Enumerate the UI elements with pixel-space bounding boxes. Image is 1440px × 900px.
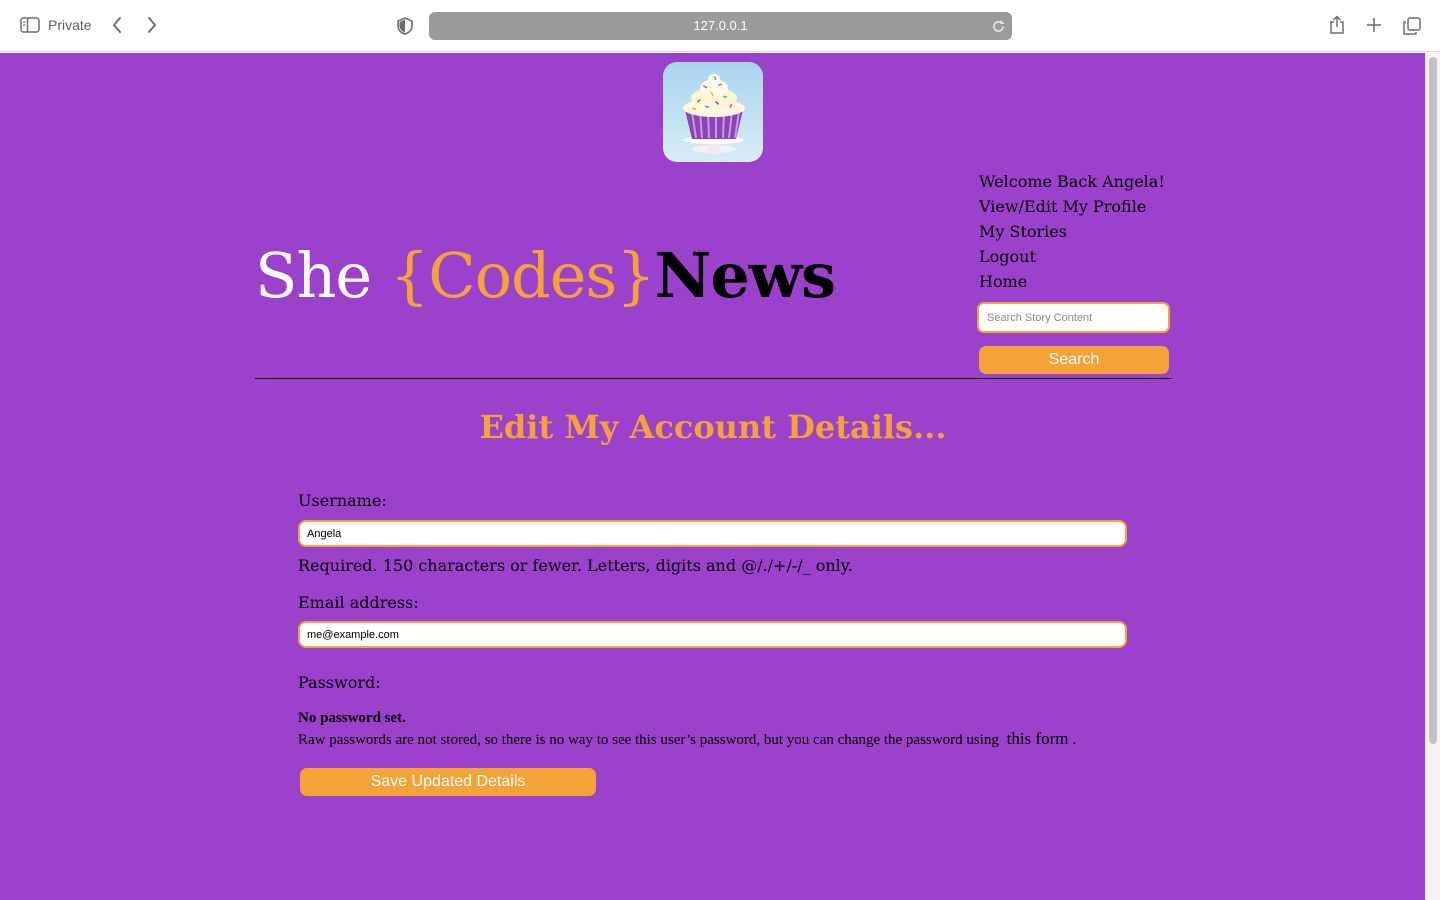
email-field[interactable] bbox=[298, 621, 1127, 648]
site-title-codes: {Codes} bbox=[389, 239, 656, 312]
back-icon[interactable] bbox=[106, 14, 128, 36]
password-label: Password: bbox=[298, 673, 381, 692]
page-scrollbar[interactable] bbox=[1425, 53, 1440, 900]
site-title-she: She bbox=[255, 239, 390, 312]
page-content: She {Codes}News Welcome Back Angela! Vie… bbox=[0, 53, 1425, 900]
username-label: Username: bbox=[298, 491, 387, 510]
sidebar-icon[interactable] bbox=[20, 16, 40, 34]
nav-my-stories-link[interactable]: My Stories bbox=[979, 219, 1165, 244]
share-icon[interactable] bbox=[1327, 14, 1347, 36]
save-details-button[interactable]: Save Updated Details bbox=[300, 768, 596, 796]
site-title-news: News bbox=[654, 239, 836, 312]
nav-profile-link[interactable]: View/Edit My Profile bbox=[979, 194, 1165, 219]
browser-toolbar: Private 127.0.0.1 bbox=[0, 0, 1440, 52]
url-text: 127.0.0.1 bbox=[693, 18, 748, 33]
password-help-body: Raw passwords are not stored, so there i… bbox=[298, 732, 999, 748]
private-mode-label: Private bbox=[48, 17, 92, 33]
password-status: No password set. bbox=[298, 710, 406, 726]
nav-logout-link[interactable]: Logout bbox=[979, 244, 1165, 269]
tabs-overview-icon[interactable] bbox=[1401, 15, 1423, 37]
username-field[interactable] bbox=[298, 520, 1127, 547]
address-bar[interactable]: 127.0.0.1 bbox=[429, 12, 1012, 40]
forward-icon[interactable] bbox=[141, 14, 163, 36]
search-input[interactable] bbox=[977, 302, 1170, 333]
shield-icon[interactable] bbox=[395, 15, 415, 37]
change-password-link[interactable]: this form bbox=[1003, 729, 1073, 748]
header-divider bbox=[255, 378, 1171, 379]
nav-home-link[interactable]: Home bbox=[979, 269, 1165, 294]
username-help-text: Required. 150 characters or fewer. Lette… bbox=[298, 556, 853, 575]
site-title: She {Codes}News bbox=[255, 239, 836, 312]
email-label: Email address: bbox=[298, 593, 419, 612]
nav-welcome-link[interactable]: Welcome Back Angela! bbox=[979, 169, 1165, 194]
new-tab-icon[interactable] bbox=[1363, 14, 1385, 36]
main-nav: Welcome Back Angela! View/Edit My Profil… bbox=[979, 169, 1165, 294]
page-title: Edit My Account Details... bbox=[479, 408, 947, 446]
cupcake-logo[interactable] bbox=[663, 62, 763, 162]
reload-icon[interactable] bbox=[990, 18, 1006, 34]
password-help-text: Raw passwords are not stored, so there i… bbox=[298, 729, 1076, 750]
scrollbar-thumb[interactable] bbox=[1429, 57, 1437, 744]
search-button[interactable]: Search bbox=[979, 346, 1169, 374]
password-help-end: . bbox=[1072, 732, 1077, 748]
